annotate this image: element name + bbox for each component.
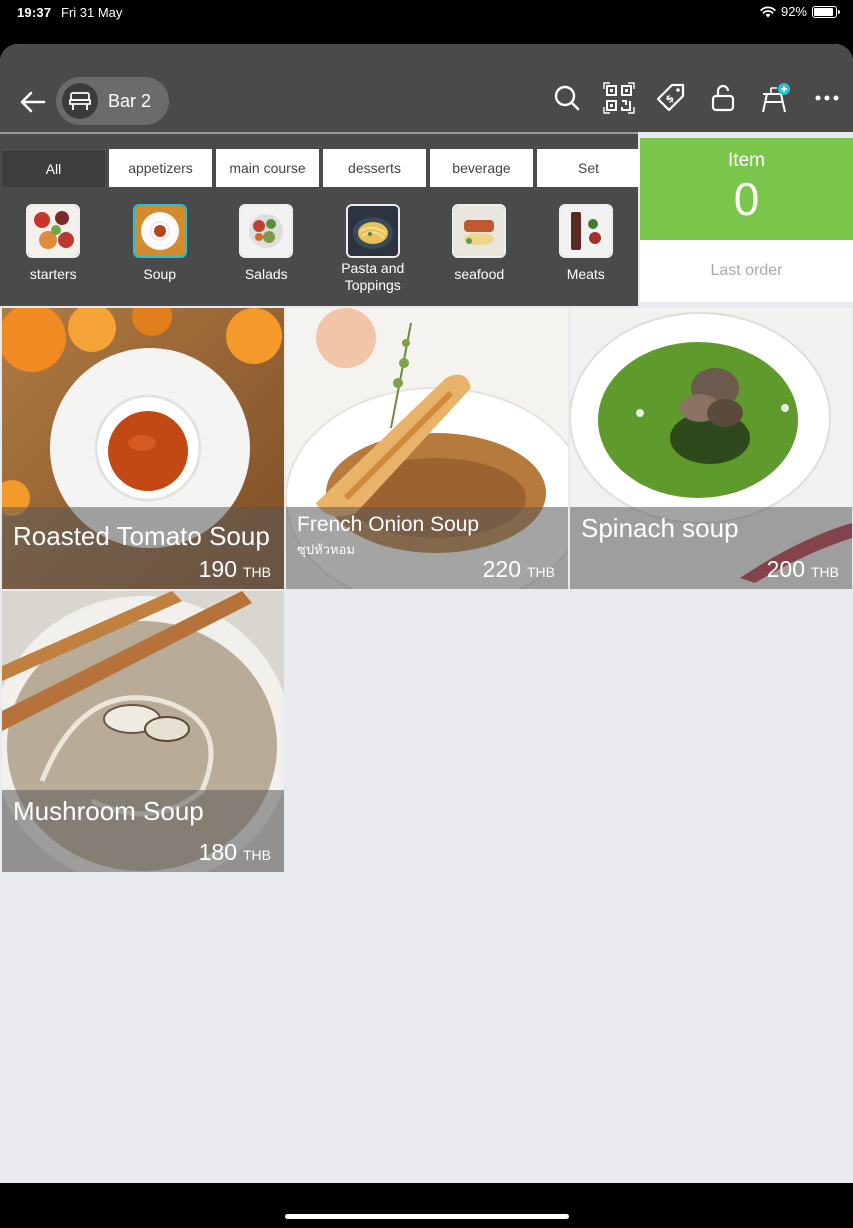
unlock-icon[interactable]	[707, 82, 739, 114]
product-card[interactable]: Spinach soup 200 THB	[570, 308, 852, 589]
subcategory-seafood[interactable]: seafood	[426, 202, 533, 302]
product-name: French Onion Soup	[297, 513, 480, 536]
price-value: 190	[198, 556, 237, 582]
price-currency: THB	[527, 564, 555, 580]
subcategory-label: Soup	[143, 266, 177, 282]
status-time: 19:37	[17, 5, 52, 20]
product-caption: Roasted Tomato Soup 190 THB	[2, 507, 284, 589]
toolbar-actions: $	[551, 82, 843, 114]
last-order-button[interactable]: Last order	[640, 240, 853, 302]
meats-thumbnail	[558, 204, 613, 258]
price-value: 180	[198, 839, 237, 865]
subcategory-salads[interactable]: Salads	[213, 202, 320, 302]
product-caption: Spinach soup 200 THB	[570, 507, 852, 589]
order-summary-panel[interactable]: Item 0 Last order	[640, 138, 853, 302]
price-currency: THB	[243, 564, 271, 580]
qr-code-icon[interactable]	[603, 82, 635, 114]
back-arrow-icon[interactable]	[18, 87, 48, 117]
status-date: Fri 31 May	[61, 5, 123, 20]
starters-thumbnail	[26, 204, 81, 258]
subcategory-list: starters Soup Salads Pasta and Toppings	[0, 202, 639, 302]
price-currency: THB	[243, 847, 271, 863]
more-icon[interactable]	[811, 82, 843, 114]
product-card[interactable]: Mushroom Soup 180 THB	[2, 591, 284, 872]
order-item-count-box[interactable]: Item 0	[640, 138, 853, 240]
battery-icon	[812, 5, 840, 18]
table-icon	[62, 83, 98, 119]
discount-tag-icon[interactable]: $	[655, 82, 687, 114]
wifi-icon	[760, 5, 776, 17]
subcategory-label: Pasta and Toppings	[341, 260, 405, 293]
salads-thumbnail	[239, 204, 294, 258]
product-price: 220 THB	[483, 556, 555, 583]
search-icon[interactable]	[551, 82, 583, 114]
product-name: Mushroom Soup	[13, 796, 204, 826]
status-bar: 19:37 Fri 31 May 92%	[0, 0, 853, 44]
pasta-thumbnail	[345, 204, 400, 258]
table-selector[interactable]: Bar 2	[56, 77, 170, 125]
status-indicators: 92%	[760, 4, 840, 19]
product-subtitle: ซุปหัวหอม	[297, 542, 355, 557]
tab-appetizers[interactable]: appetizers	[109, 149, 212, 187]
price-value: 220	[482, 556, 521, 582]
home-indicator[interactable]	[285, 1214, 569, 1219]
battery-percent: 92%	[780, 4, 807, 19]
product-caption: French Onion Soup ซุปหัวหอม 220 THB	[286, 507, 568, 589]
product-card[interactable]: Roasted Tomato Soup 190 THB	[2, 308, 284, 589]
product-name: Roasted Tomato Soup	[13, 521, 270, 551]
tab-beverage[interactable]: beverage	[430, 149, 533, 187]
seafood-thumbnail	[452, 204, 507, 258]
product-caption: Mushroom Soup 180 THB	[2, 790, 284, 872]
soup-thumbnail	[132, 204, 187, 258]
product-price: 200 THB	[767, 556, 839, 583]
tab-set[interactable]: Set	[537, 149, 640, 187]
price-currency: THB	[811, 564, 839, 580]
tab-main-course[interactable]: main course	[216, 149, 319, 187]
pos-app: Bar 2 $ All appetizers main course desse…	[0, 44, 853, 1183]
table-name: Bar 2	[108, 90, 152, 111]
category-tabs: All appetizers main course desserts beve…	[2, 149, 640, 187]
tab-all[interactable]: All	[2, 149, 105, 187]
subcategory-soup[interactable]: Soup	[107, 202, 214, 302]
subcategory-label: starters	[29, 266, 77, 282]
subcategory-label: Salads	[244, 266, 288, 282]
order-item-count: 0	[733, 173, 760, 225]
category-panel: All appetizers main course desserts beve…	[0, 132, 640, 306]
subcategory-label: Meats	[566, 266, 605, 282]
product-name: Spinach soup	[581, 513, 739, 543]
price-value: 200	[766, 556, 805, 582]
product-card[interactable]: French Onion Soup ซุปหัวหอม 220 THB	[286, 308, 568, 589]
subcategory-label: seafood	[454, 266, 505, 282]
order-item-title: Item	[728, 150, 765, 171]
add-table-icon[interactable]	[759, 82, 791, 114]
product-price: 190 THB	[199, 556, 271, 583]
subcategory-starters[interactable]: starters	[0, 202, 107, 302]
product-price: 180 THB	[199, 839, 271, 866]
subcategory-meats[interactable]: Meats	[533, 202, 640, 302]
tab-desserts[interactable]: desserts	[323, 149, 426, 187]
top-toolbar: Bar 2 $	[0, 44, 853, 132]
subcategory-pasta-and-toppings[interactable]: Pasta and Toppings	[320, 202, 427, 302]
